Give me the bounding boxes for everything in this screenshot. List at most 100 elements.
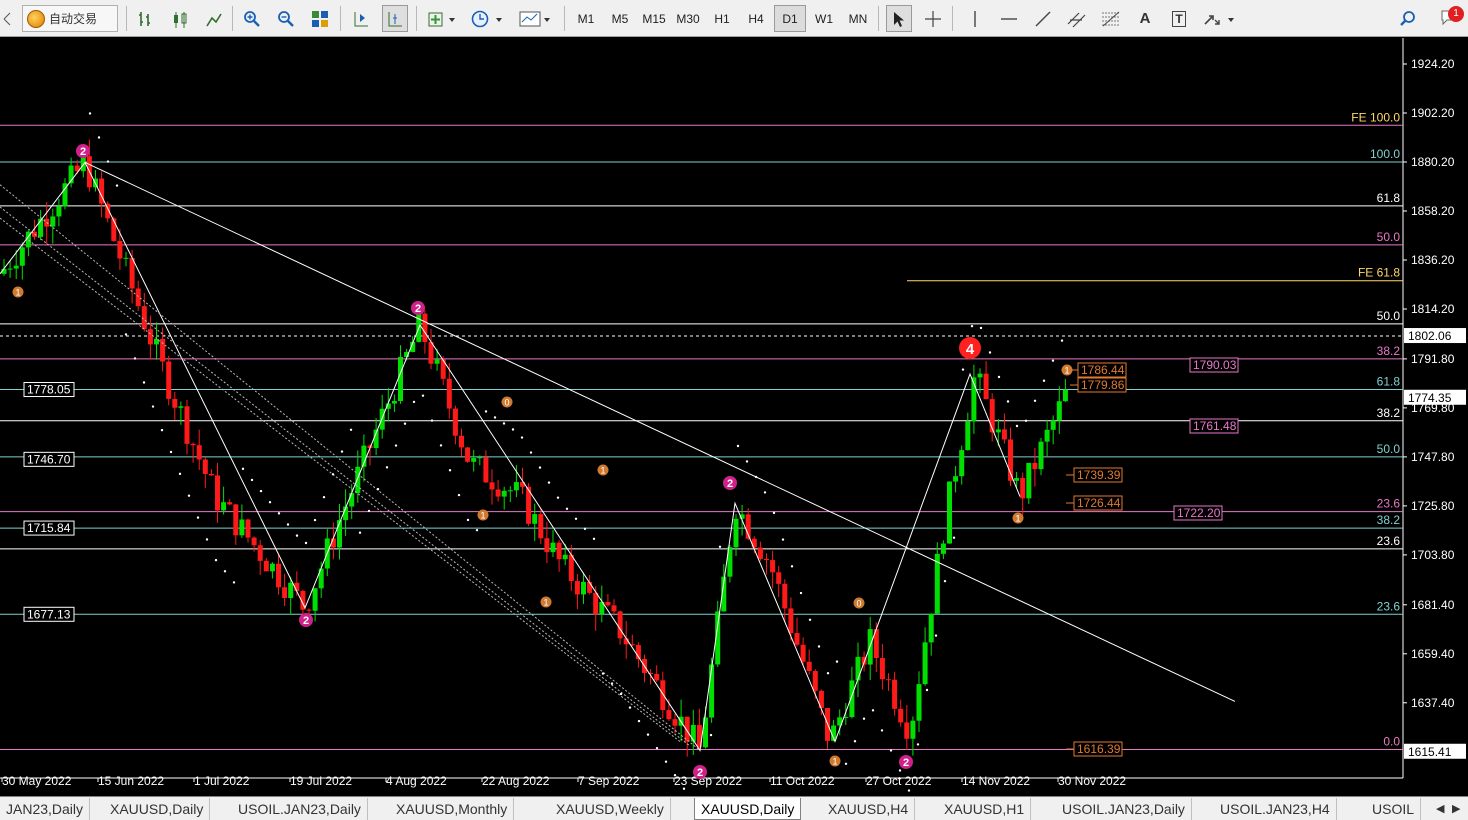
fib-level-label: 38.2 [1377,406,1401,420]
indicators-icon[interactable] [424,5,460,32]
vertical-line-icon[interactable] [962,5,988,32]
templates-icon[interactable] [516,5,556,32]
candle-body [446,378,452,409]
fib-level-label: 23.6 [1377,599,1401,613]
sar-dot [934,634,938,637]
candle-body [886,679,891,681]
text-label-icon[interactable]: T [1166,5,1192,32]
candle-body [221,502,227,511]
sar-dot [736,444,740,448]
period-w1-button[interactable]: W1 [808,5,840,32]
sar-dot [880,729,884,732]
candle-body [1038,441,1044,470]
sar-dot [961,368,965,371]
chart-tab[interactable]: XAUUSD,Monthly [390,798,515,820]
period-h4-button[interactable]: H4 [740,5,772,32]
candle-body [660,680,666,711]
cursor-arrow-icon[interactable] [886,5,912,32]
sar-dot [862,717,866,720]
sar-dot [646,733,650,736]
sar-dot [772,511,776,515]
chart-tab[interactable]: XAUUSD,H1 [938,798,1032,820]
candle-body [556,542,562,560]
tab-scroll-left-icon[interactable]: ◀ [1436,802,1444,815]
candle-body [1008,439,1013,481]
candle-body [196,445,202,460]
chart-tab[interactable]: USOIL.JAN23,Daily [1056,798,1192,820]
candle-body [459,435,464,448]
zoom-in-icon[interactable] [240,5,264,32]
zoom-out-icon[interactable] [274,5,298,32]
fib-level-label: 23.6 [1377,497,1401,511]
period-m15-button[interactable]: M15 [638,5,670,32]
period-mn-button[interactable]: MN [842,5,874,32]
sar-dot [754,475,758,479]
candle-body [788,608,794,634]
candle-body [147,329,153,345]
search-icon[interactable] [1396,5,1420,32]
chart-tab[interactable]: USOIL.JAN23,H4 [1214,798,1337,820]
chart-tab[interactable]: XAUUSD,Daily [104,798,211,820]
autotrade-button[interactable]: 自动交易 [22,5,118,32]
candle-body [471,458,477,462]
bar-chart-icon[interactable] [134,5,158,32]
price-chart[interactable]: 1924.20 1902.20 1880.20 1858.20 1836.20 1814.… [0,38,1468,796]
sar-dot [241,467,245,471]
equidistant-channel-icon[interactable] [1064,5,1090,32]
candlestick-icon[interactable] [168,5,192,32]
candle-body [605,601,611,606]
trendline-icon[interactable] [1030,5,1056,32]
candle-body [581,581,586,595]
sar-dot [844,762,848,766]
sar-dot [223,570,227,573]
crosshair-icon[interactable] [920,5,946,32]
sar-dot [187,494,191,497]
fib-level-label: 100.0 [1370,147,1400,161]
candle-body [7,268,13,270]
chart-tab[interactable]: USOIL.JAN23,Daily [232,798,368,820]
chart-tab[interactable]: XAUUSD,H4 [822,798,916,820]
candle-body [507,490,513,492]
chart-tab[interactable]: JAN23,Daily [0,798,91,820]
chart-tab[interactable]: USOIL [1366,798,1422,820]
auto-scroll-icon[interactable] [382,5,408,32]
period-d1-button[interactable]: D1 [774,5,806,32]
text-tool-icon[interactable]: A [1132,5,1158,32]
period-m30-button[interactable]: M30 [672,5,704,32]
sar-dot [304,541,308,545]
candle-body [38,218,44,237]
candle-body [538,514,544,539]
tile-windows-icon[interactable] [308,5,332,32]
arrows-icon[interactable] [1200,5,1240,32]
period-m5-button[interactable]: M5 [604,5,636,32]
chevron-icon[interactable] [0,5,16,32]
sar-dot [421,394,425,397]
sar-dot [664,760,668,763]
candle-body [452,408,458,436]
periods-clock-icon[interactable] [468,5,508,32]
period-m1-button[interactable]: M1 [570,5,602,32]
sar-dot [358,531,362,534]
chart-shift-icon[interactable] [348,5,374,32]
downtrend-line [84,161,1236,702]
sar-dot [205,538,209,541]
sar-dot [538,466,542,469]
fibonacci-icon[interactable] [1098,5,1124,32]
chart-tab[interactable]: XAUUSD,Daily [694,798,802,820]
time-tick-label: 19 Jul 2022 [290,774,352,788]
wave-2-label: 2 [303,615,309,627]
sar-dot [367,509,371,513]
candle-body [532,514,538,524]
candle-body [465,447,471,462]
period-h1-button[interactable]: H1 [706,5,738,32]
candle-body [355,466,361,494]
line-chart-icon[interactable] [202,5,226,32]
chart-tab[interactable]: XAUUSD,Weekly [550,798,671,820]
notification-badge: 1 [1448,6,1464,22]
candle-body [483,457,489,483]
notifications-button[interactable]: 1 [1440,6,1464,28]
price-tick-label: 1814.20 [1411,302,1455,316]
candle-body [13,265,19,269]
tab-scroll-right-icon[interactable]: ▶ [1452,802,1460,815]
horizontal-line-icon[interactable] [996,5,1022,32]
